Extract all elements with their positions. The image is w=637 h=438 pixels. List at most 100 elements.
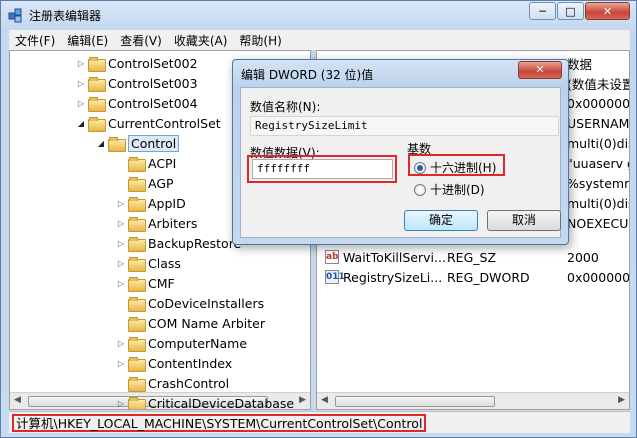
folder-icon: [88, 116, 106, 132]
status-bar: 计算机\HKEY_LOCAL_MACHINE\SYSTEM\CurrentCon…: [9, 411, 630, 433]
tree-item-label: ACPI: [148, 155, 177, 171]
tree-item[interactable]: ▷ ControlSet004: [76, 93, 198, 113]
folder-icon: [128, 276, 146, 292]
tree-item[interactable]: ▷ ControlSet003: [76, 73, 198, 93]
tree-item[interactable]: ▷ ComputerName: [116, 333, 247, 353]
tree-item[interactable]: ▷ CriticalDeviceDatabase: [116, 393, 294, 409]
tree-item[interactable]: ▷ CMF: [116, 273, 175, 293]
menu-help[interactable]: 帮助(H): [233, 32, 287, 49]
collapse-arrow-icon[interactable]: ◢: [76, 119, 86, 128]
value-name-field[interactable]: RegistrySizeLimit: [250, 116, 559, 136]
folder-icon: [128, 256, 146, 272]
expand-arrow-icon[interactable]: ▷: [116, 399, 126, 408]
expand-arrow-icon[interactable]: ▷: [116, 279, 126, 288]
dialog-close-button[interactable]: ✕: [518, 61, 562, 79]
value-type-cell: REG_SZ: [447, 249, 497, 265]
value-data-cell: 0x0000000: [567, 95, 630, 111]
tree-item[interactable]: ACPI: [116, 153, 176, 173]
tree-item[interactable]: AGP: [116, 173, 174, 193]
folder-icon: [128, 236, 146, 252]
tree-item-label: BackupRestore: [148, 235, 242, 251]
status-path: 计算机\HKEY_LOCAL_MACHINE\SYSTEM\CurrentCon…: [12, 414, 427, 432]
value-data-cell: 2000: [567, 249, 599, 265]
folder-icon: [128, 216, 146, 232]
string-value-icon: ab: [325, 250, 339, 264]
value-row[interactable]: 011RegistrySizeLi...REG_DWORD 0x0000000: [317, 267, 630, 287]
maximize-button[interactable]: □: [557, 2, 584, 20]
folder-icon: [128, 316, 146, 332]
menu-favorites[interactable]: 收藏夹(A): [168, 32, 234, 49]
tree-item[interactable]: ▷ AppID: [116, 193, 186, 213]
tree-item-label: ControlSet004: [108, 95, 198, 111]
tree-item-label: Arbiters: [148, 215, 198, 231]
value-row[interactable]: ab WaitToKillServi... REG_SZ 2000: [317, 247, 629, 267]
expand-arrow-icon[interactable]: ▷: [76, 79, 86, 88]
tree-item-label: AppID: [148, 195, 186, 211]
window-title: 注册表编辑器: [29, 9, 102, 23]
tree-item-label: ComputerName: [148, 335, 248, 351]
tree-item[interactable]: ▷ ContentIndex: [116, 353, 232, 373]
tree-item-label: COM Name Arbiter: [148, 315, 266, 331]
folder-icon: [88, 76, 106, 92]
ok-button[interactable]: 确定: [404, 210, 478, 231]
title-bar[interactable]: 注册表编辑器 ─ □ ✕: [1, 1, 636, 29]
registry-editor-window: 注册表编辑器 ─ □ ✕ 文件(F) 编辑(E) 查看(V) 收藏夹(A) 帮助…: [0, 0, 637, 438]
value-type-cell: REG_DWORD: [447, 269, 530, 285]
dec-radio[interactable]: 十进制(D): [414, 181, 485, 198]
tree-item-label: Control: [128, 134, 180, 152]
scroll-left-icon[interactable]: ◀: [14, 395, 21, 405]
tree-item[interactable]: COM Name Arbiter: [116, 313, 265, 333]
menu-edit[interactable]: 编辑(E): [61, 32, 114, 49]
scroll-right-icon[interactable]: ▶: [299, 395, 306, 405]
expand-arrow-icon[interactable]: ▷: [76, 99, 86, 108]
folder-icon: [108, 136, 126, 152]
folder-icon: [128, 376, 146, 392]
tree-item[interactable]: ▷ BackupRestore: [116, 233, 241, 253]
edit-dword-dialog: 编辑 DWORD (32 位)值 ✕ 数值名称(N): RegistrySize…: [232, 59, 569, 245]
expand-arrow-icon[interactable]: ▷: [116, 239, 126, 248]
collapse-arrow-icon[interactable]: ◢: [96, 139, 106, 148]
value-data-cell: USERNAM: [567, 115, 630, 131]
scroll-right-icon[interactable]: ▶: [618, 395, 625, 405]
expand-arrow-icon[interactable]: ▷: [116, 259, 126, 268]
folder-icon: [128, 176, 146, 192]
value-data-cell: %systemrc: [567, 175, 630, 191]
tree-item[interactable]: CoDeviceInstallers: [116, 293, 264, 313]
tree-item[interactable]: ◢ CurrentControlSet: [76, 113, 221, 133]
expand-arrow-icon[interactable]: ▷: [76, 59, 86, 68]
menu-view[interactable]: 查看(V): [114, 32, 168, 49]
tree-item[interactable]: ▷ Arbiters: [116, 213, 197, 233]
tree-item-label: CurrentControlSet: [108, 115, 221, 131]
tree-item[interactable]: ▷ Class: [116, 253, 181, 273]
radio-unselected-icon: [414, 183, 426, 196]
folder-icon: [88, 56, 106, 72]
folder-icon: [128, 336, 146, 352]
tree-item[interactable]: CrashControl: [116, 373, 229, 393]
tree-item[interactable]: ▷ ControlSet002: [76, 53, 198, 73]
folder-icon: [128, 196, 146, 212]
minimize-button[interactable]: ─: [529, 2, 556, 20]
expand-arrow-icon[interactable]: ▷: [116, 219, 126, 228]
value-data-cell: NOEXECU: [567, 215, 629, 231]
value-data-cell: (数值未设置: [567, 76, 630, 92]
values-scroll-thumb[interactable]: [335, 396, 495, 407]
cancel-button[interactable]: 取消: [487, 210, 561, 231]
tree-item-label: ControlSet003: [108, 75, 198, 91]
data-highlight-box: [247, 155, 397, 183]
value-data-cell: "uuaserv g: [567, 155, 630, 171]
tree-item[interactable]: ◢ Control: [96, 133, 180, 153]
value-name-cell: WaitToKillServi...: [343, 249, 446, 265]
scroll-left-icon[interactable]: ◀: [321, 395, 328, 405]
expand-arrow-icon[interactable]: ▷: [116, 359, 126, 368]
values-horizontal-scrollbar[interactable]: ◀ ▶: [317, 392, 629, 409]
tree-item-label: ControlSet002: [108, 55, 198, 71]
tree-item-label: CoDeviceInstallers: [148, 295, 265, 311]
expand-arrow-icon[interactable]: ▷: [116, 339, 126, 348]
value-data-cell: 0x0000000: [567, 269, 630, 285]
folder-icon: [128, 296, 146, 312]
close-button[interactable]: ✕: [585, 2, 630, 20]
expand-arrow-icon[interactable]: ▷: [116, 199, 126, 208]
menu-file[interactable]: 文件(F): [9, 32, 61, 49]
regedit-icon: [8, 8, 22, 23]
menu-bar: 文件(F) 编辑(E) 查看(V) 收藏夹(A) 帮助(H): [9, 30, 630, 50]
